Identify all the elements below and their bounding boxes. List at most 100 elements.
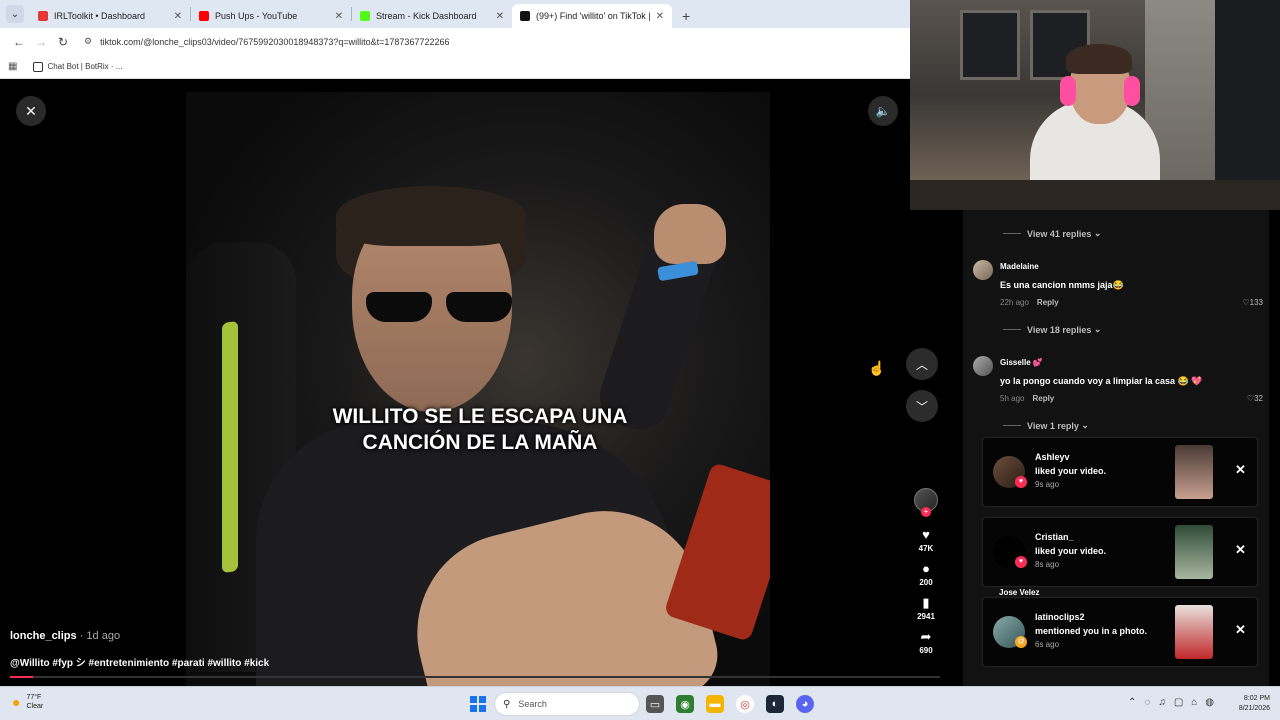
tab-close-icon[interactable]: ✕ <box>656 11 664 22</box>
heart-outline-icon[interactable]: ♡ <box>1242 298 1249 307</box>
view-replies-label: View 18 replies <box>1027 324 1092 335</box>
site-info-icon[interactable]: ⚙ <box>84 36 92 47</box>
comment-author[interactable]: Madelaine <box>1000 262 1039 271</box>
tab-label: (99+) Find 'willito' on TikTok | Ti <box>536 11 652 21</box>
video-seat-stripe <box>222 320 238 574</box>
tab-close-icon[interactable]: ✕ <box>174 11 182 22</box>
comment-item: Madelaine Es una cancion nmms jaja😂 22h … <box>973 260 1263 308</box>
comment-icon[interactable]: ● <box>922 561 930 576</box>
clock[interactable]: 8:02 PM 8/21/2026 <box>1226 694 1270 714</box>
view-replies-madelaine[interactable]: View 18 replies ⌄ <box>1003 324 1101 335</box>
taskbar-search[interactable]: ⚲ Search <box>494 692 640 716</box>
video-frame[interactable] <box>186 92 770 686</box>
comment-time: 22h ago <box>1000 298 1029 307</box>
bookmark-chatbot[interactable]: Chat Bot | BotRix · ... <box>47 62 122 71</box>
avatar[interactable] <box>973 260 993 280</box>
notification-card[interactable]: ♥ Cristian_ liked your video. 8s ago ✕ <box>982 517 1258 587</box>
comment-author[interactable]: Gisselle 💕 <box>1000 358 1043 367</box>
save-action[interactable]: ▮ 2941 <box>917 595 935 621</box>
clock-time: 8:02 PM <box>1243 695 1270 702</box>
close-icon[interactable]: ✕ <box>1235 462 1246 478</box>
tab-search-icon[interactable]: ⌄ <box>6 5 24 23</box>
cam-headphone-left <box>1060 76 1076 106</box>
back-icon[interactable]: ← <box>8 35 30 49</box>
comment-meta: 22h ago Reply <box>1000 298 1059 307</box>
comment-author-partial[interactable]: Jose Velez <box>999 588 1039 597</box>
new-tab-icon[interactable]: + <box>682 8 690 24</box>
comment-like[interactable]: ♡133 <box>1242 298 1263 307</box>
cam-window <box>960 10 1020 80</box>
task-view-icon[interactable]: ▭ <box>646 695 664 713</box>
video-actions: + ♥ 47K ● 200 ▮ 2941 ➦ 690 <box>908 488 944 663</box>
search-icon: ⚲ <box>503 698 511 710</box>
chrome-icon[interactable]: ◎ <box>736 695 754 713</box>
view-replies-gisselle[interactable]: View 1 reply ⌄ <box>1003 420 1089 431</box>
reply-button[interactable]: Reply <box>1037 298 1059 307</box>
windows-start-icon[interactable] <box>470 696 486 712</box>
tab-kick[interactable]: Stream - Kick Dashboard ✕ <box>352 4 512 28</box>
video-description[interactable]: @Willito #fyp シ #entretenimiento #parati… <box>10 654 269 669</box>
like-action[interactable]: ♥ 47K <box>919 527 934 553</box>
tab-close-icon[interactable]: ✕ <box>335 11 343 22</box>
notification-time: 9s ago <box>1035 480 1060 489</box>
weather-widget[interactable]: ● 77°F Clear <box>12 693 43 711</box>
apps-grid-icon[interactable]: ▦ <box>8 61 17 72</box>
share-icon[interactable]: ➦ <box>921 629 932 644</box>
share-action[interactable]: ➦ 690 <box>919 629 932 655</box>
video-sunglasses <box>366 292 516 324</box>
tab-irltoolkit[interactable]: IRLToolkit • Dashboard ✕ <box>30 4 190 28</box>
heart-icon[interactable]: ♥ <box>922 527 930 542</box>
notification-time: 6s ago <box>1035 640 1060 649</box>
view-replies-top[interactable]: View 41 replies ⌄ <box>1003 228 1101 239</box>
previous-video-button[interactable]: ︿ <box>906 348 938 380</box>
tab-youtube[interactable]: Push Ups - YouTube ✕ <box>191 4 351 28</box>
comment-text: yo la pongo cuando voy a limpiar la casa… <box>1000 376 1203 386</box>
notification-card[interactable]: @ latinoclips2 mentioned you in a photo.… <box>982 597 1258 667</box>
notification-user: Cristian_ <box>1035 532 1074 542</box>
reload-icon[interactable]: ↻ <box>52 35 74 49</box>
tab-tiktok[interactable]: (99+) Find 'willito' on TikTok | Ti ✕ <box>512 4 672 28</box>
youtube-favicon-icon <box>199 11 209 21</box>
steam-icon[interactable]: ◐ <box>766 695 784 713</box>
view-replies-label: View 41 replies <box>1027 228 1092 239</box>
video-author-line: lonche_clips · 1d ago <box>10 630 269 642</box>
notification-card[interactable]: ♥ Ashleyv liked your video. 9s ago ✕ <box>982 437 1258 507</box>
video-player: WILLITO SE LE ESCAPA UNA CANCIÓN DE LA M… <box>0 80 963 686</box>
close-icon[interactable]: ✕ <box>1235 622 1246 638</box>
comment-count: 200 <box>919 578 933 587</box>
divider-line <box>1003 233 1021 234</box>
avatar[interactable] <box>973 356 993 376</box>
webcam-overlay <box>910 0 1280 210</box>
comment-action[interactable]: ● 200 <box>919 561 932 587</box>
app-icon[interactable]: ◉ <box>676 695 694 713</box>
bookmark-icon[interactable]: ▮ <box>922 595 929 610</box>
post-age: · 1d ago <box>76 630 121 642</box>
next-video-button[interactable]: ﹀ <box>906 390 938 422</box>
volume-icon[interactable]: 🔈 <box>868 96 898 126</box>
reply-button[interactable]: Reply <box>1032 394 1054 403</box>
file-explorer-icon[interactable]: ▬ <box>706 695 724 713</box>
tab-label: Push Ups - YouTube <box>215 11 298 21</box>
search-placeholder: Search <box>518 699 547 709</box>
cam-glass-door <box>1215 0 1280 210</box>
mouse-cursor-icon: ☝ <box>868 360 886 376</box>
notification-message: mentioned you in a photo. <box>1035 626 1147 636</box>
video-progress-bar[interactable] <box>10 676 940 678</box>
url-text: tiktok.com/@lonche_clips03/video/7675992… <box>100 36 450 47</box>
system-tray-icons[interactable]: ⌃◌♫▢⌂◍ <box>1128 697 1222 708</box>
url-field[interactable]: ⚙ tiktok.com/@lonche_clips03/video/76759… <box>84 36 449 47</box>
heart-badge-icon: ♥ <box>1015 476 1027 488</box>
forward-icon[interactable]: → <box>30 35 52 49</box>
comment-like[interactable]: ♡32 <box>1247 394 1263 403</box>
video-caption: WILLITO SE LE ESCAPA UNA CANCIÓN DE LA M… <box>332 405 628 454</box>
weather-text: 77°F Clear <box>26 693 43 711</box>
bookmark-favicon-icon <box>33 61 44 72</box>
close-video-button[interactable]: ✕ <box>16 96 46 126</box>
notification-user: Ashleyv <box>1035 452 1070 462</box>
follow-plus-icon[interactable]: + <box>921 507 931 517</box>
tab-close-icon[interactable]: ✕ <box>496 11 504 22</box>
discord-icon[interactable]: ◕ <box>796 695 814 713</box>
bookmarks-bar: ▦ Chat Bot | BotRix · ... <box>0 55 910 79</box>
close-icon[interactable]: ✕ <box>1235 542 1246 558</box>
author-name[interactable]: lonche_clips <box>10 630 77 642</box>
